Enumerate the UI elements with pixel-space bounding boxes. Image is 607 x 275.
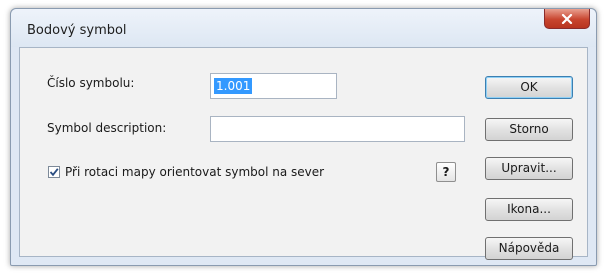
help-button[interactable]: Nápověda [485,237,573,260]
close-icon [561,13,573,24]
symbol-description-value [214,121,218,137]
symbol-number-label: Číslo symbolu: [47,76,135,90]
dialog-window: Bodový symbol Číslo symbolu: 1.001 Symbo… [10,8,597,266]
checkmark-icon [49,168,59,177]
title-bar: Bodový symbol [11,9,596,47]
dialog-title: Bodový symbol [27,23,127,38]
icon-button[interactable]: Ikona... [485,198,573,221]
symbol-number-field[interactable]: 1.001 [210,73,337,99]
symbol-number-value: 1.001 [214,78,253,94]
help-question-button[interactable]: ? [436,162,456,182]
cancel-button[interactable]: Storno [485,118,573,141]
symbol-description-label: Symbol description: [47,121,167,135]
ok-button[interactable]: OK [485,76,573,99]
symbol-description-field[interactable] [210,116,465,142]
close-button[interactable] [544,9,590,29]
edit-button[interactable]: Upravit... [485,157,573,180]
dialog-content: Číslo symbolu: 1.001 Symbol description:… [19,47,588,260]
north-orient-label[interactable]: Při rotaci mapy orientovat symbol na sev… [65,165,324,179]
north-orient-checkbox[interactable] [48,166,60,178]
